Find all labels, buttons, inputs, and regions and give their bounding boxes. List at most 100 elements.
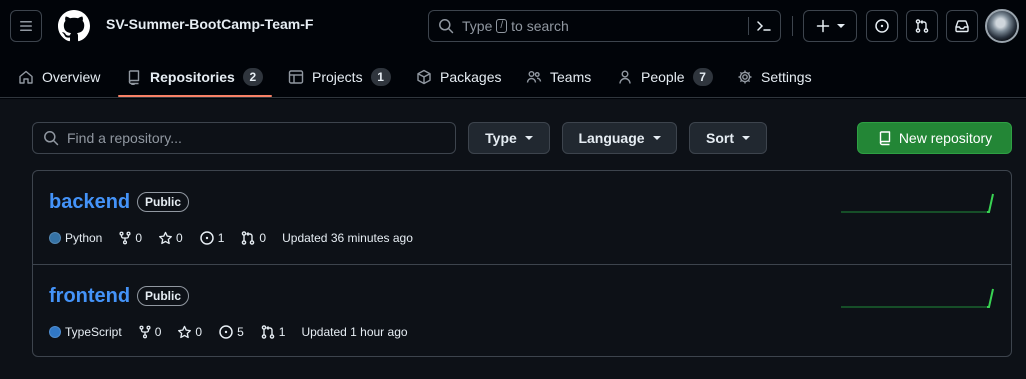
language-color-dot <box>49 232 61 244</box>
stars-count: 0 <box>176 231 183 245</box>
chevron-down-icon <box>837 24 845 28</box>
tab-teams[interactable]: Teams <box>526 56 591 98</box>
type-filter-label: Type <box>485 130 517 146</box>
updated-time: Updated 1 hour ago <box>301 325 408 339</box>
forks-link[interactable]: 0 <box>118 231 142 245</box>
language-color-dot <box>49 326 61 338</box>
tab-projects-label: Projects <box>312 69 363 85</box>
issues-button[interactable] <box>866 10 898 42</box>
repo-forked-icon <box>138 325 152 339</box>
tab-settings[interactable]: Settings <box>737 56 812 98</box>
projects-count: 1 <box>370 68 391 86</box>
tab-packages-label: Packages <box>440 69 502 85</box>
repository-row: frontend Public TypeScript 0 0 5 1 Updat… <box>33 264 1011 357</box>
search-icon <box>43 130 59 146</box>
language-filter-dropdown[interactable]: Language <box>562 122 677 154</box>
find-repository-field[interactable] <box>32 122 456 154</box>
tab-overview-label: Overview <box>42 69 101 85</box>
git-pull-request-icon <box>240 230 256 246</box>
repo-language: TypeScript <box>49 325 122 339</box>
chevron-down-icon <box>524 136 533 140</box>
visibility-badge: Public <box>137 286 190 306</box>
person-icon <box>617 69 633 85</box>
pulls-link[interactable]: 1 <box>260 324 286 340</box>
people-count: 7 <box>692 68 713 86</box>
type-filter-dropdown[interactable]: Type <box>468 122 550 154</box>
tab-repositories[interactable]: Repositories 2 <box>126 56 263 98</box>
pull-requests-button[interactable] <box>906 10 938 42</box>
issue-opened-icon <box>218 324 234 340</box>
org-nav: Overview Repositories 2 Projects 1 Packa… <box>0 56 1026 98</box>
repo-name-link[interactable]: frontend <box>49 285 130 308</box>
issues-link[interactable]: 5 <box>218 324 244 340</box>
search-hint: Type / to search <box>462 18 569 34</box>
issue-opened-icon <box>199 230 215 246</box>
tab-people[interactable]: People 7 <box>617 56 713 98</box>
star-icon <box>158 231 173 246</box>
pulls-link[interactable]: 0 <box>240 230 266 246</box>
language-name: Python <box>65 231 103 245</box>
issues-count: 5 <box>237 325 244 339</box>
org-name[interactable]: SV-Summer-BootCamp-Team-F <box>106 16 313 32</box>
issue-opened-icon <box>874 18 890 34</box>
pulls-count: 0 <box>259 231 267 245</box>
menu-button[interactable] <box>10 10 42 42</box>
tab-settings-label: Settings <box>761 69 812 85</box>
repo-meta: Python 0 0 1 0 Updated 36 minutes ago <box>49 230 413 246</box>
repo-icon <box>877 130 893 146</box>
inbox-icon <box>954 18 970 34</box>
repo-icon <box>126 69 142 85</box>
create-new-button[interactable] <box>803 10 857 42</box>
forks-count: 0 <box>135 231 143 245</box>
repo-name-link[interactable]: backend <box>49 191 130 214</box>
tab-projects[interactable]: Projects 1 <box>288 56 391 98</box>
search-hint-suffix: to search <box>511 18 569 34</box>
active-tab-indicator <box>118 95 272 97</box>
sort-label: Sort <box>706 130 734 146</box>
plus-icon <box>815 18 831 34</box>
tab-teams-label: Teams <box>550 69 592 85</box>
app-header: SV-Summer-BootCamp-Team-F Type / to sear… <box>0 0 1026 98</box>
user-avatar[interactable] <box>985 9 1019 43</box>
new-repository-button[interactable]: New repository <box>857 122 1012 154</box>
inbox-button[interactable] <box>946 10 978 42</box>
git-pull-request-icon <box>260 324 276 340</box>
hamburger-icon <box>18 18 34 34</box>
forks-count: 0 <box>154 325 162 339</box>
sort-dropdown[interactable]: Sort <box>689 122 767 154</box>
search-icon <box>438 18 454 34</box>
star-icon <box>177 325 192 340</box>
chevron-down-icon <box>742 136 750 140</box>
stars-link[interactable]: 0 <box>177 325 202 340</box>
repo-forked-icon <box>118 231 132 245</box>
github-logo-icon[interactable] <box>58 10 90 42</box>
repository-list: backend Public Python 0 0 1 0 Updated 36… <box>32 170 1012 357</box>
language-filter-label: Language <box>578 130 645 146</box>
activity-sparkline <box>841 288 994 308</box>
repositories-count: 2 <box>242 68 263 86</box>
new-repository-label: New repository <box>898 130 993 146</box>
gear-icon <box>737 69 753 85</box>
repository-row: backend Public Python 0 0 1 0 Updated 36… <box>33 171 1011 264</box>
search-input[interactable]: Type / to search <box>428 10 781 42</box>
stars-count: 0 <box>195 325 203 339</box>
tab-packages[interactable]: Packages <box>416 56 501 98</box>
main-content: Type Language Sort New repository backen… <box>0 99 1026 379</box>
issues-link[interactable]: 1 <box>199 230 224 246</box>
command-palette-icon[interactable] <box>755 18 773 34</box>
visibility-badge: Public <box>137 192 190 212</box>
search-divider <box>748 17 749 35</box>
find-repository-input[interactable] <box>67 130 437 146</box>
updated-time: Updated 36 minutes ago <box>282 231 413 245</box>
stars-link[interactable]: 0 <box>158 231 183 246</box>
people-icon <box>526 69 542 85</box>
language-name: TypeScript <box>65 325 122 339</box>
tab-overview[interactable]: Overview <box>18 56 100 98</box>
git-pull-request-icon <box>914 18 930 34</box>
chevron-down-icon <box>652 136 661 140</box>
pulls-count: 1 <box>278 325 286 339</box>
activity-sparkline <box>841 193 994 213</box>
repo-language: Python <box>49 231 102 245</box>
repo-meta: TypeScript 0 0 5 1 Updated 1 hour ago <box>49 324 408 340</box>
forks-link[interactable]: 0 <box>138 325 162 339</box>
